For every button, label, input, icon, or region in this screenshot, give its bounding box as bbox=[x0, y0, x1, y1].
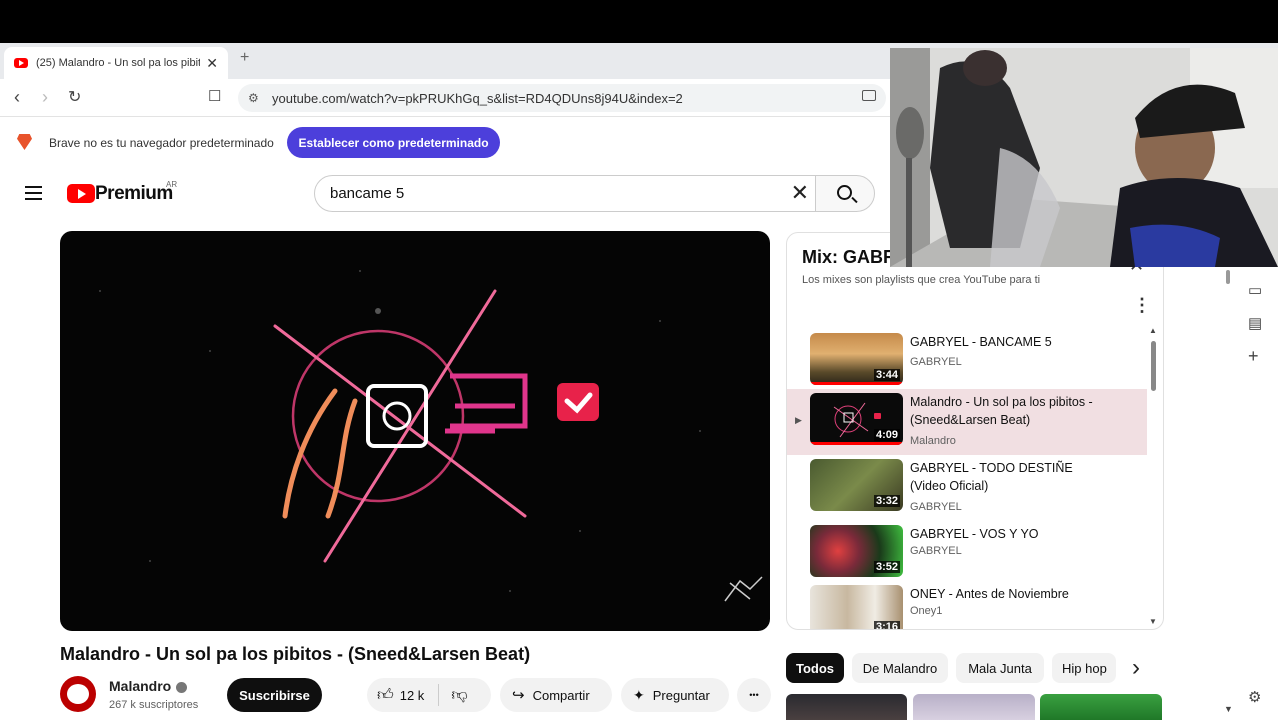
youtube-favicon-icon bbox=[14, 58, 28, 68]
playlist-item-title: GABRYEL - TODO DESTIÑE (Video Oficial) bbox=[910, 461, 1073, 493]
channel-name[interactable]: Malandro bbox=[109, 678, 171, 694]
share-button[interactable]: ↪ Compartir bbox=[500, 678, 612, 712]
scroll-down-arrow-icon[interactable]: ▼ bbox=[1149, 617, 1157, 626]
webcam-scene bbox=[890, 48, 1278, 267]
playlist-item-channel: GABRYEL bbox=[910, 545, 962, 557]
chip-hip-hop[interactable]: Hip hop bbox=[1052, 653, 1116, 683]
bookmark-icon[interactable]: ☐ bbox=[208, 87, 221, 105]
share-label: Compartir bbox=[532, 687, 590, 703]
new-tab-button[interactable]: + bbox=[240, 49, 249, 67]
back-arrow-icon[interactable]: ‹ bbox=[14, 87, 20, 108]
watched-progress-bar bbox=[810, 442, 903, 445]
playlist-item-current[interactable]: ▶ 4:09 Malandro - Un sol pa los pibitos … bbox=[787, 389, 1147, 455]
video-thumbnail: 3:52 bbox=[810, 525, 903, 577]
add-panel-icon[interactable]: + bbox=[1248, 346, 1259, 367]
share-icon: ↪ bbox=[512, 687, 525, 704]
playlist-item[interactable]: 3:44 GABRYEL - BANCAME 5 GABRYEL bbox=[787, 329, 1147, 393]
playlist-scrollbar-thumb[interactable] bbox=[1151, 341, 1156, 391]
playlist-item-channel: Malandro bbox=[910, 435, 956, 447]
more-options-icon[interactable]: ⋮ bbox=[1133, 295, 1151, 316]
reading-list-icon[interactable]: ▤ bbox=[1248, 314, 1262, 332]
search-query: bancame 5 bbox=[330, 185, 405, 202]
mix-title: Mix: GABR bbox=[802, 247, 896, 267]
like-count[interactable]: 12 k bbox=[400, 688, 425, 703]
premium-logo-text[interactable]: Premium bbox=[95, 183, 173, 205]
chips-next-icon[interactable]: › bbox=[1132, 654, 1140, 682]
playlist-item[interactable]: 3:16 ONEY - Antes de Noviembre Oney1 bbox=[787, 581, 1147, 629]
tab-title: (25) Malandro - Un sol pa los pibitos bbox=[36, 57, 201, 69]
scroll-up-arrow-icon[interactable]: ▲ bbox=[1149, 326, 1157, 335]
settings-gear-icon[interactable]: ⚙ bbox=[1248, 688, 1261, 706]
ask-button[interactable]: ✦ Preguntar bbox=[621, 678, 729, 712]
video-thumbnail: 3:44 bbox=[810, 333, 903, 385]
page-scrollbar-thumb[interactable] bbox=[1226, 270, 1230, 284]
country-code: AR bbox=[166, 180, 178, 189]
site-settings-icon[interactable]: ⚙ bbox=[248, 91, 259, 105]
more-actions-button[interactable]: ••• bbox=[737, 678, 771, 712]
duration-badge: 3:32 bbox=[873, 495, 900, 507]
playlist-item[interactable]: 3:52 GABRYEL - VOS Y YO GABRYEL bbox=[787, 521, 1147, 585]
chip-todos[interactable]: Todos bbox=[786, 653, 844, 683]
ask-label: Preguntar bbox=[652, 687, 710, 703]
search-button[interactable] bbox=[815, 175, 875, 212]
duration-badge: 4:09 bbox=[873, 429, 900, 441]
playlist-item[interactable]: 3:32 GABRYEL - TODO DESTIÑE (Video Ofici… bbox=[787, 455, 1147, 519]
search-icon bbox=[837, 185, 852, 200]
default-browser-infobar: Brave no es tu navegador predeterminado … bbox=[0, 117, 890, 167]
url-text: youtube.com/watch?v=pkPRUKhGq_s&list=RD4… bbox=[272, 90, 683, 106]
infobar-message: Brave no es tu navegador predeterminado bbox=[49, 136, 274, 150]
search-input[interactable]: bancame 5 ✕ bbox=[314, 175, 816, 212]
duration-badge: 3:52 bbox=[873, 561, 900, 573]
video-thumbnail: 3:16 bbox=[810, 585, 903, 629]
video-thumbnail: 4:09 bbox=[810, 393, 903, 445]
video-frame-artwork bbox=[99, 270, 763, 602]
duration-badge: 3:44 bbox=[873, 369, 900, 381]
playlist-item-channel: Oney1 bbox=[910, 605, 943, 617]
hamburger-menu-icon[interactable] bbox=[25, 186, 42, 200]
tab-close-icon[interactable]: ✕ bbox=[206, 55, 218, 72]
chip-de-malandro[interactable]: De Malandro bbox=[852, 653, 948, 683]
page-scroll-down-icon[interactable]: ▼ bbox=[1224, 704, 1233, 714]
playlist-item-title: GABRYEL - VOS Y YO bbox=[910, 527, 1039, 541]
recommendation-thumbnail[interactable] bbox=[786, 694, 907, 720]
recommendation-thumbnail[interactable] bbox=[913, 694, 1035, 720]
playlist-item-title: Malandro - Un sol pa los pibitos - (Snee… bbox=[910, 395, 1093, 427]
brave-lion-icon bbox=[17, 134, 32, 150]
wallet-icon[interactable]: ▭ bbox=[1248, 281, 1262, 299]
webcam-overlay bbox=[890, 48, 1278, 267]
chip-mala-junta[interactable]: Mala Junta bbox=[956, 653, 1044, 683]
recommendation-thumbnail[interactable] bbox=[1040, 694, 1162, 720]
mix-subtitle: Los mixes son playlists que crea YouTube… bbox=[802, 274, 1041, 286]
like-icon[interactable]: 👍︎ bbox=[377, 686, 394, 705]
screen-top-black-bar bbox=[0, 0, 1278, 43]
youtube-logo-icon[interactable] bbox=[67, 184, 95, 203]
like-dislike-group: 👍︎ 12 k 👎︎ bbox=[367, 678, 491, 712]
dislike-icon[interactable]: 👎︎ bbox=[451, 686, 467, 705]
subscribe-button[interactable]: Suscribirse bbox=[227, 678, 322, 712]
like-divider bbox=[438, 684, 440, 706]
mix-playlist-panel: Mix: GABR Los mixes son playlists que cr… bbox=[786, 232, 1164, 630]
channel-avatar[interactable] bbox=[60, 676, 96, 712]
sparkle-icon: ✦ bbox=[633, 686, 645, 703]
duration-badge: 3:16 bbox=[873, 621, 900, 629]
video-title: Malandro - Un sol pa los pibitos - (Snee… bbox=[60, 644, 531, 664]
playlist-item-title: ONEY - Antes de Noviembre bbox=[910, 587, 1069, 601]
cast-icon[interactable] bbox=[862, 90, 876, 101]
playlist-item-title: GABRYEL - BANCAME 5 bbox=[910, 335, 1052, 349]
playlist-item-channel: GABRYEL bbox=[910, 356, 962, 368]
subscriber-count: 267 k suscriptores bbox=[109, 699, 199, 711]
video-thumbnail: 3:32 bbox=[810, 459, 903, 511]
watched-progress-bar bbox=[810, 382, 903, 385]
clear-search-icon[interactable]: ✕ bbox=[791, 180, 809, 206]
reload-icon[interactable]: ↻ bbox=[68, 87, 81, 107]
address-bar[interactable]: ⚙ youtube.com/watch?v=pkPRUKhGq_s&list=R… bbox=[238, 84, 886, 112]
forward-arrow-icon[interactable]: › bbox=[42, 87, 48, 108]
video-player[interactable] bbox=[60, 231, 770, 631]
browser-tab-active[interactable]: (25) Malandro - Un sol pa los pibitos ✕ bbox=[4, 47, 228, 79]
playlist-item-channel: GABRYEL bbox=[910, 501, 962, 513]
set-default-button[interactable]: Establecer como predeterminado bbox=[287, 127, 500, 158]
verified-badge-icon bbox=[176, 682, 187, 693]
browser-toolbar: ‹ › ↻ ☐ ⚙ youtube.com/watch?v=pkPRUKhGq_… bbox=[0, 79, 890, 117]
now-playing-icon: ▶ bbox=[795, 415, 802, 425]
